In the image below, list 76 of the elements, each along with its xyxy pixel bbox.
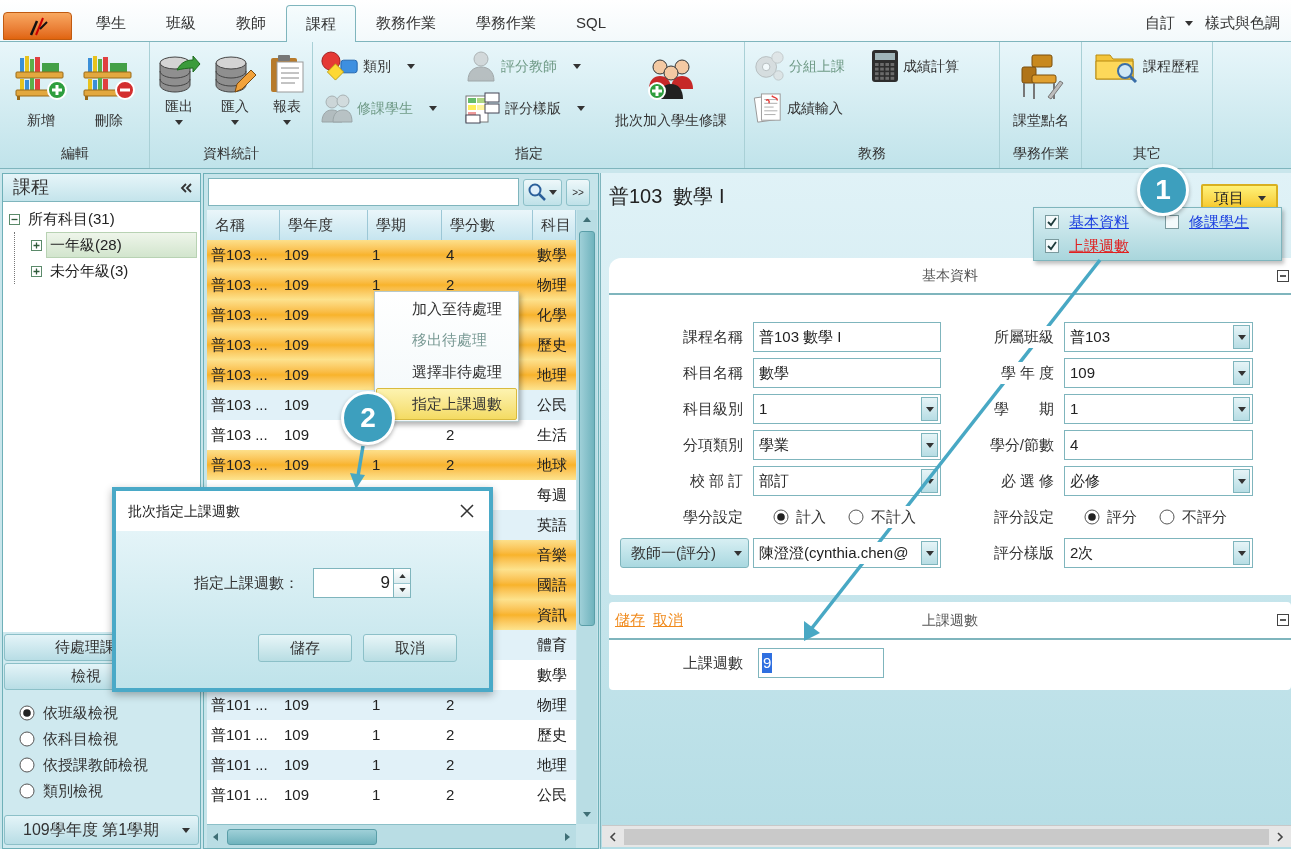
field-label: 指定上課週數：: [194, 572, 299, 593]
field-label: 學 年 度: [1000, 361, 1054, 385]
panel-title: 課程: [13, 176, 49, 199]
table-cell-text: 普103 ...: [211, 394, 268, 415]
table-cell-text: 4: [446, 244, 455, 265]
table-cell-text: 資訊: [537, 604, 567, 625]
table-cell-text: 109: [284, 334, 310, 355]
ribbon-group-title: 教務: [858, 145, 886, 163]
table-cell-text: 普103 ...: [211, 244, 268, 265]
table-cell-text: 普103 ...: [211, 304, 268, 325]
table-cell-text: 公民: [537, 784, 567, 805]
table-cell-text: 2: [446, 424, 455, 445]
table-cell-text: 生活: [537, 424, 567, 445]
table-cell-text: 普103 ...: [211, 424, 268, 445]
card-title: 上課週數: [922, 610, 978, 630]
table-cell-text: 普103 ...: [211, 334, 268, 355]
course-title: 普103 數學 I: [609, 184, 725, 209]
ribbon-group-title: 學務作業: [1012, 145, 1069, 163]
ribbon-group-title: 資料統計: [203, 145, 259, 163]
field-value: 陳澄澄(cynthia.chen@: [759, 541, 909, 565]
table-cell-text: 2: [446, 784, 455, 805]
field-label: 所屬班級: [994, 325, 1054, 349]
table-cell-text: 英語: [537, 514, 567, 535]
table-cell-text: 109: [284, 244, 310, 265]
input-value: 9: [762, 653, 773, 673]
table-cell-text: 普103 ...: [211, 274, 268, 295]
table-cell-text: 1: [372, 784, 381, 805]
table-cell-text: 普101 ...: [211, 754, 268, 775]
table-cell-text: 109: [284, 424, 310, 445]
table-cell-text: 普101 ...: [211, 694, 268, 715]
ribbon-group-title: 其它: [1133, 145, 1161, 163]
table-cell-text: 2: [446, 454, 455, 475]
table-cell-text: 109: [284, 454, 310, 475]
field-value: 9: [379, 572, 391, 595]
table-cell-text: 109: [284, 724, 310, 745]
table-cell-text: 物理: [537, 694, 567, 715]
ribbon-group-title: 指定: [514, 145, 543, 163]
table-cell-text: 歷史: [537, 724, 567, 745]
table-cell-text: 1: [372, 724, 381, 745]
table-cell-text: 1: [372, 694, 381, 715]
table-cell-text: 1: [372, 754, 381, 775]
table-cell-text: 2: [446, 754, 455, 775]
table-cell-text: 音樂: [537, 544, 567, 565]
table-cell-text: 物理: [537, 274, 567, 295]
table-cell-text: 109: [284, 394, 310, 415]
table-cell-text: 109: [284, 694, 310, 715]
table-cell-text: 每週: [537, 484, 567, 505]
table-cell-text: 2: [446, 724, 455, 745]
table-cell-text: 109: [284, 364, 310, 385]
table-cell-text: 109: [284, 754, 310, 775]
table-cell-text: 普101 ...: [211, 724, 268, 745]
table-cell-text: 普101 ...: [211, 784, 268, 805]
table-cell-text: 2: [446, 274, 455, 295]
table-cell-text: 109: [284, 274, 310, 295]
table-cell-text: 公民: [537, 394, 567, 415]
card-title: 基本資料: [922, 266, 978, 285]
table-cell-text: 2: [446, 694, 455, 715]
table-cell-text: 體育: [537, 634, 567, 655]
table-cell-text: 歷史: [537, 334, 567, 355]
field-label: 上課週數: [683, 652, 743, 673]
table-cell-text: 國語: [537, 574, 567, 595]
dialog-title: 批次指定上課週數: [128, 501, 240, 521]
table-cell-text: 地理: [537, 754, 567, 775]
table-cell-text: 109: [284, 304, 310, 325]
table-cell-text: 普103 ...: [211, 364, 268, 385]
table-cell-text: 數學: [537, 664, 567, 685]
table-cell-text: 1: [372, 274, 381, 295]
table-cell-text: 地理: [537, 364, 567, 385]
table-cell-text: 1: [372, 454, 381, 475]
table-cell-text: 地球: [537, 454, 567, 475]
ribbon-group-title: 編輯: [60, 145, 89, 163]
table-cell-text: 1: [372, 244, 381, 265]
table-cell-text: 數學: [537, 244, 567, 265]
table-cell-text: 109: [284, 784, 310, 805]
table-cell-text: 化學: [537, 304, 567, 325]
table-cell-text: 普103 ...: [211, 454, 268, 475]
